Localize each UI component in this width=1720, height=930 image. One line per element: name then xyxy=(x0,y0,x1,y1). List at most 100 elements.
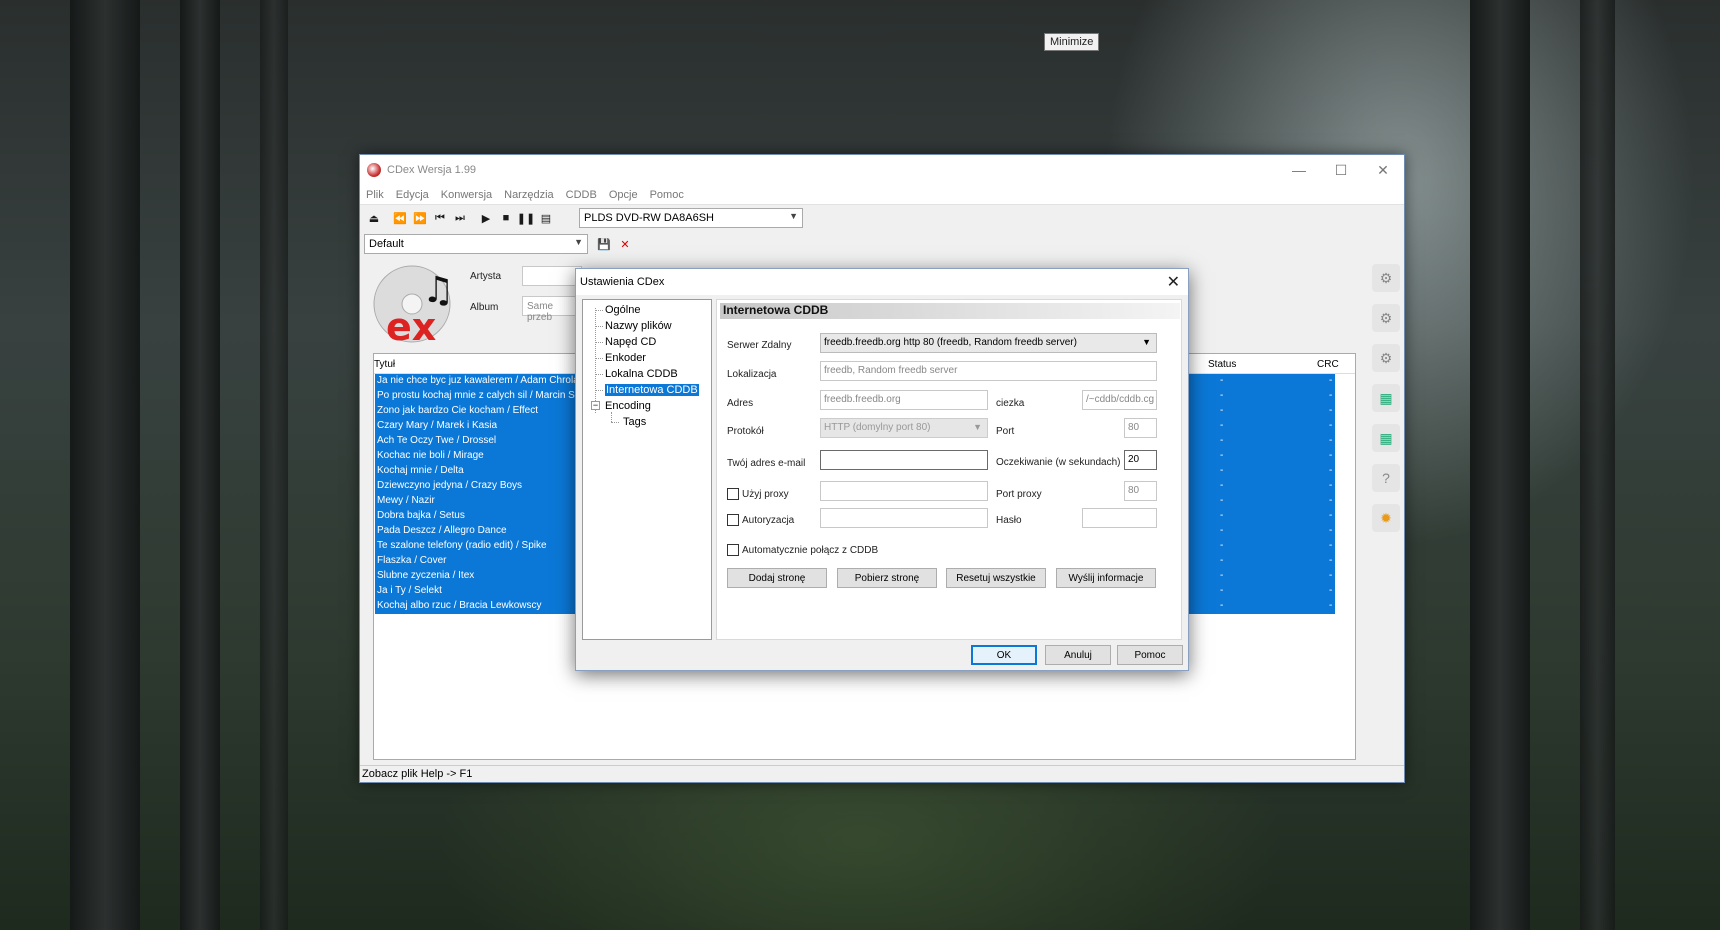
menu-plik[interactable]: Plik xyxy=(360,189,390,201)
track-title: Ja i Ty / Selekt xyxy=(377,585,442,596)
background-tree xyxy=(1470,0,1530,930)
rewind-icon[interactable]: ⏪ xyxy=(390,208,410,228)
convert-icon[interactable]: ⚙ xyxy=(1372,344,1400,372)
path-input[interactable]: /~cddb/cddb.cg xyxy=(1082,390,1157,410)
tree-item-internetowa-cddb[interactable]: Internetowa CDDB xyxy=(604,383,700,397)
track-status: - xyxy=(1220,390,1224,401)
proxy-input[interactable] xyxy=(820,481,988,501)
track-title: Dobra bajka / Setus xyxy=(377,510,465,521)
cd-info-icon[interactable]: ▤ xyxy=(536,208,556,228)
auth-input[interactable] xyxy=(820,508,988,528)
dialog-close-icon[interactable]: ✕ xyxy=(1167,272,1180,292)
menu-konwersja[interactable]: Konwersja xyxy=(435,189,498,201)
wav-to-mp3-icon[interactable]: ▦ xyxy=(1372,384,1400,412)
cdex-app-icon xyxy=(367,163,381,177)
track-crc: - xyxy=(1329,555,1333,566)
fast-forward-icon[interactable]: ⏩ xyxy=(410,208,430,228)
track-title: Po prostu kochaj mnie z calych sil / Mar… xyxy=(377,390,591,401)
mp3-to-wav-icon[interactable]: ▦ xyxy=(1372,424,1400,452)
timeout-input[interactable]: 20 xyxy=(1124,450,1157,470)
help-button[interactable]: Pomoc xyxy=(1117,645,1183,665)
track-crc: - xyxy=(1329,480,1333,491)
profile-select[interactable]: Default ▼ xyxy=(364,234,588,254)
artist-label: Artysta xyxy=(470,271,502,282)
save-profile-icon[interactable]: 💾 xyxy=(594,234,614,254)
svg-text:ex: ex xyxy=(386,305,436,346)
album-input[interactable]: Same przeb xyxy=(522,296,582,323)
password-input[interactable] xyxy=(1082,508,1157,528)
track-title: Te szalone telefony (radio edit) / Spike xyxy=(377,540,547,551)
track-crc: - xyxy=(1329,570,1333,581)
auto-connect-checkbox[interactable] xyxy=(727,544,739,556)
track-crc: - xyxy=(1329,495,1333,506)
rip-partial-icon[interactable]: ⚙ xyxy=(1372,304,1400,332)
eject-icon[interactable]: ⏏ xyxy=(364,208,384,228)
email-input[interactable] xyxy=(820,450,988,470)
main-titlebar: CDex Wersja 1.99 — ☐ ✕ xyxy=(360,155,1404,185)
chevron-down-icon: ▼ xyxy=(789,211,798,221)
close-button[interactable]: ✕ xyxy=(1362,155,1404,185)
settings-icon[interactable]: ✹ xyxy=(1372,504,1400,532)
get-page-button[interactable]: Pobierz stronę xyxy=(837,568,937,588)
track-crc: - xyxy=(1329,390,1333,401)
location-input[interactable]: freedb, Random freedb server xyxy=(820,361,1157,381)
use-proxy-checkbox[interactable] xyxy=(727,488,739,500)
tree-item-encoding[interactable]: Encoding xyxy=(605,400,651,412)
menu-opcje[interactable]: Opcje xyxy=(603,189,644,201)
tree-item-tags[interactable]: Tags xyxy=(623,416,646,428)
previous-track-icon[interactable]: ⏮ xyxy=(430,208,450,228)
menu-narzedzia[interactable]: Narzędzia xyxy=(498,189,560,201)
play-icon[interactable]: ▶ xyxy=(476,208,496,228)
tree-expander-icon[interactable]: − xyxy=(591,401,600,410)
add-page-button[interactable]: Dodaj stronę xyxy=(727,568,827,588)
column-crc[interactable]: CRC xyxy=(1317,359,1339,370)
track-crc: - xyxy=(1329,375,1333,386)
proxy-port-input[interactable]: 80 xyxy=(1124,481,1157,501)
rip-track-icon[interactable]: ⚙ xyxy=(1372,264,1400,292)
delete-profile-icon[interactable]: ✕ xyxy=(615,234,635,254)
cancel-button[interactable]: Anuluj xyxy=(1045,645,1111,665)
tree-item-naped-cd[interactable]: Napęd CD xyxy=(605,336,656,348)
background-tree xyxy=(70,0,140,930)
track-title: Kochaj mnie / Delta xyxy=(377,465,464,476)
stop-icon[interactable]: ■ xyxy=(496,208,516,228)
drive-select[interactable]: PLDS DVD-RW DA8A6SH ▼ xyxy=(579,208,803,228)
auth-checkbox[interactable] xyxy=(727,514,739,526)
send-info-button[interactable]: Wyślij informacje xyxy=(1056,568,1156,588)
ok-button[interactable]: OK xyxy=(971,645,1037,665)
maximize-button[interactable]: ☐ xyxy=(1320,155,1362,185)
reset-all-button[interactable]: Resetuj wszystkie xyxy=(946,568,1046,588)
menu-edycja[interactable]: Edycja xyxy=(390,189,435,201)
next-track-icon[interactable]: ⏭ xyxy=(450,208,470,228)
server-select[interactable]: freedb.freedb.org http 80 (freedb, Rando… xyxy=(820,333,1157,353)
auto-connect-label: Automatycznie połącz z CDDB xyxy=(742,545,879,556)
minimize-button[interactable]: — xyxy=(1278,155,1320,185)
port-input[interactable]: 80 xyxy=(1124,418,1157,438)
album-label: Album xyxy=(470,302,499,313)
track-status: - xyxy=(1220,450,1224,461)
protocol-select[interactable]: HTTP (domylny port 80) ▼ xyxy=(820,418,988,438)
tree-item-nazwy-plikow[interactable]: Nazwy plików xyxy=(605,320,672,332)
track-crc: - xyxy=(1329,600,1333,611)
main-window-title: CDex Wersja 1.99 xyxy=(387,164,477,176)
help-icon[interactable]: ? xyxy=(1372,464,1400,492)
settings-tree: − Ogólne Nazwy plików Napęd CD Enkoder L… xyxy=(582,299,712,640)
column-status[interactable]: Status xyxy=(1208,359,1236,370)
menu-cddb[interactable]: CDDB xyxy=(560,189,603,201)
track-title: Mewy / Nazir xyxy=(377,495,435,506)
server-select-value: freedb.freedb.org http 80 (freedb, Rando… xyxy=(824,337,1077,348)
auth-label: Autoryzacja xyxy=(742,515,795,526)
cdex-logo: ex ♫ xyxy=(373,265,454,346)
tree-item-enkoder[interactable]: Enkoder xyxy=(605,352,646,364)
pause-icon[interactable]: ❚❚ xyxy=(516,208,536,228)
track-status: - xyxy=(1220,420,1224,431)
track-crc: - xyxy=(1329,420,1333,431)
artist-input[interactable] xyxy=(522,266,582,286)
menu-pomoc[interactable]: Pomoc xyxy=(644,189,690,201)
track-crc: - xyxy=(1329,540,1333,551)
tree-item-ogolne[interactable]: Ogólne xyxy=(605,304,640,316)
address-input[interactable]: freedb.freedb.org xyxy=(820,390,988,410)
tree-item-lokalna-cddb[interactable]: Lokalna CDDB xyxy=(605,368,678,380)
track-status: - xyxy=(1220,510,1224,521)
column-title[interactable]: Tytuł xyxy=(374,359,395,370)
